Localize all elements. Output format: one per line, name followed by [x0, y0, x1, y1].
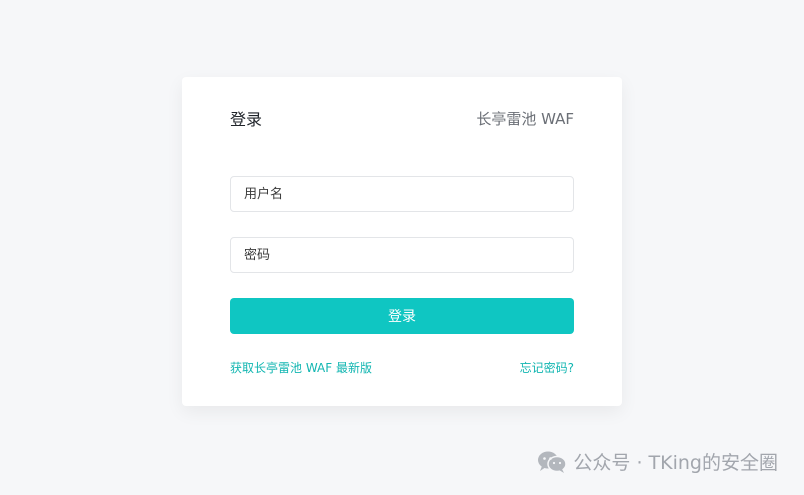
password-input[interactable] — [230, 237, 574, 273]
watermark-text: 公众号 · TKing的安全圈 — [573, 452, 778, 474]
username-input[interactable] — [230, 176, 574, 212]
login-card: 登录 长亭雷池 WAF 登录 获取长亭雷池 WAF 最新版 忘记密码? — [182, 77, 622, 406]
card-header: 登录 长亭雷池 WAF — [230, 106, 574, 130]
brand-name: 长亭雷池 WAF — [476, 109, 574, 128]
footer-links: 获取长亭雷池 WAF 最新版 忘记密码? — [230, 359, 574, 376]
get-latest-link[interactable]: 获取长亭雷池 WAF 最新版 — [230, 359, 372, 376]
watermark: 公众号 · TKing的安全圈 — [537, 448, 778, 475]
forgot-password-link[interactable]: 忘记密码? — [520, 359, 574, 376]
login-button[interactable]: 登录 — [230, 298, 574, 334]
wechat-icon — [537, 450, 568, 474]
login-title: 登录 — [230, 110, 263, 129]
